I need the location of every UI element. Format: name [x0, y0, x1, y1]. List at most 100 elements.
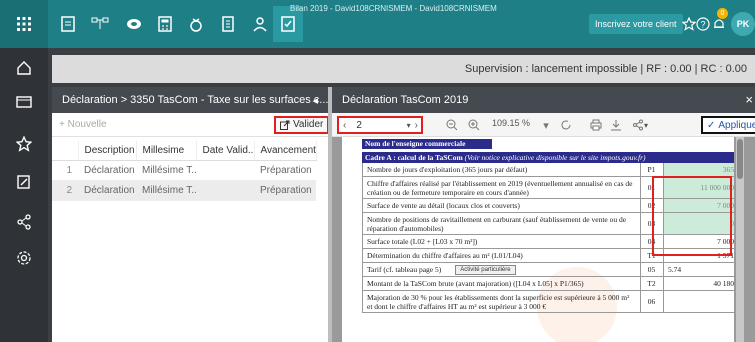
- validate-button[interactable]: Valider: [274, 116, 330, 134]
- highlight-box: [652, 176, 732, 256]
- table-header-row: Description Millesime Date Valid... Avan…: [52, 141, 317, 161]
- next-page-icon[interactable]: ›: [415, 120, 421, 131]
- calculator-icon[interactable]: [154, 13, 176, 35]
- svg-text:?: ?: [700, 20, 705, 30]
- row-date: [196, 180, 254, 201]
- panel-header: Déclaration > 3350 TasCom - Taxe sur les…: [52, 87, 328, 113]
- row-number: 1: [52, 160, 78, 181]
- declaration-list-panel: Déclaration > 3350 TasCom - Taxe sur les…: [52, 87, 330, 342]
- chevron-down-icon[interactable]: ▾: [538, 117, 554, 133]
- row-value: [663, 291, 734, 312]
- row-code: 06: [640, 291, 662, 312]
- scrollbar-thumb[interactable]: [737, 139, 743, 179]
- inscrivez-client-button[interactable]: Inscrivez votre client: [589, 14, 683, 34]
- row-value: 40 180: [663, 277, 734, 290]
- validate-label: Valider: [293, 119, 324, 130]
- check-icon: ✓: [707, 119, 716, 131]
- form-row: Majoration de 30 % pour les établissemen…: [362, 291, 734, 313]
- viewer-toolbar: ‹ 2 ▾ › 109.15 % ▾ ▾ ✓ Appliquer: [332, 113, 755, 137]
- row-label: Surface totale (L02 + [L03 x 70 m²]): [367, 237, 478, 246]
- form-row: Montant de la TaSCom brute (avant majora…: [362, 277, 734, 291]
- zoom-out-icon[interactable]: [444, 117, 460, 133]
- apps-grid-icon[interactable]: [0, 0, 48, 48]
- settings-icon[interactable]: [12, 246, 36, 270]
- row-value: 5.74: [663, 263, 734, 276]
- cadre-title: Cadre A : calcul de la TaSCom: [365, 153, 463, 162]
- row-value-field[interactable]: 365: [663, 163, 734, 176]
- building-icon[interactable]: [217, 13, 239, 35]
- row-millesime: Millésime T...: [136, 160, 196, 181]
- refresh-icon[interactable]: [558, 117, 574, 133]
- row-label: Surface de vente au détail (locaux clos …: [367, 201, 520, 210]
- org-chart-icon[interactable]: [89, 13, 111, 35]
- row-number: 2: [52, 180, 78, 201]
- window-icon[interactable]: [12, 90, 36, 114]
- row-label: Tarif (cf. tableau page 5) Activité part…: [367, 263, 635, 276]
- avatar[interactable]: PK: [731, 12, 755, 36]
- print-icon[interactable]: [588, 117, 604, 133]
- breadcrumb: Déclaration > 3350 TasCom - Taxe sur les…: [62, 94, 328, 106]
- row-millesime: Millésime T...: [136, 180, 196, 201]
- zoom-level[interactable]: 109.15 %: [492, 118, 530, 128]
- chevron-down-icon[interactable]: ▾: [407, 121, 415, 130]
- column-header[interactable]: Millesime: [136, 141, 197, 161]
- supervision-bar: Supervision : lancement impossible | RF …: [52, 55, 755, 83]
- row-description: Déclaration ...: [78, 160, 136, 181]
- apply-button[interactable]: ✓ Appliquer: [701, 116, 755, 134]
- download-icon[interactable]: [608, 117, 624, 133]
- page-selector[interactable]: ‹ 2 ▾ ›: [337, 116, 423, 134]
- row-code: T2: [640, 277, 662, 290]
- row-description: Déclaration ...: [78, 180, 136, 201]
- top-bar: Bilan 2019 - David108CRNISMEM - David108…: [0, 0, 755, 48]
- new-button[interactable]: + Nouvelle: [59, 119, 107, 130]
- table-row[interactable]: 1 Déclaration ... Millésime T... Prépara…: [52, 160, 316, 181]
- row-label: Majoration de 30 % pour les établissemen…: [367, 292, 630, 311]
- layers-icon[interactable]: [123, 13, 145, 35]
- table-row[interactable]: 2 Déclaration ... Millésime T... Prépara…: [52, 180, 316, 201]
- row-label: Chiffre d'affaires réalisé par l'établis…: [367, 178, 633, 197]
- share-icon[interactable]: [12, 210, 36, 234]
- form-row: Tarif (cf. tableau page 5) Activité part…: [362, 263, 734, 277]
- row-status: Préparation: [254, 180, 316, 201]
- export-icon: [280, 120, 290, 130]
- cadre-header: Cadre A : calcul de la TaSCom (Voir noti…: [362, 152, 734, 163]
- column-header[interactable]: Date Valid...: [196, 141, 255, 161]
- row-label: Montant de la TaSCom brute (avant majora…: [367, 279, 584, 288]
- row-status: Préparation: [254, 160, 316, 181]
- cadre-note: (Voir notice explicative disponible sur …: [464, 153, 646, 162]
- apply-label: Appliquer: [718, 119, 755, 131]
- column-header[interactable]: Avancement: [254, 141, 317, 161]
- row-label: Nombre de jours d'exploitation (365 jour…: [367, 165, 528, 174]
- document-scrollbar[interactable]: [736, 137, 744, 342]
- share-icon[interactable]: ▾: [628, 117, 652, 133]
- row-label: Nombre de positions de ravitaillement en…: [367, 214, 627, 233]
- close-icon[interactable]: ×: [745, 92, 753, 107]
- notification-badge: 0: [717, 8, 728, 19]
- document-icon[interactable]: [57, 13, 79, 35]
- zoom-in-icon[interactable]: [466, 117, 482, 133]
- prev-page-icon[interactable]: ‹: [339, 120, 350, 131]
- row-code: P1: [640, 163, 662, 176]
- enseigne-header: Nom de l'enseigne commerciale: [362, 139, 492, 149]
- money-bag-icon[interactable]: [185, 13, 207, 35]
- row-label: Détermination du chiffre d'affaires au m…: [367, 251, 523, 260]
- help-icon[interactable]: ?: [695, 13, 711, 35]
- tarif-label: Tarif (cf. tableau page 5): [367, 265, 442, 274]
- left-rail: [0, 48, 48, 342]
- favorites-icon[interactable]: [12, 132, 36, 156]
- column-header: [52, 141, 79, 161]
- collapse-icon[interactable]: ◂: [312, 94, 318, 107]
- window-title: Bilan 2019 - David108CRNISMEM - David108…: [290, 4, 497, 13]
- supervision-status: Supervision : lancement impossible | RF …: [464, 63, 747, 75]
- form-row: Nombre de jours d'exploitation (365 jour…: [362, 163, 734, 177]
- viewer-header: Déclaration TasCom 2019 ×: [332, 87, 755, 113]
- edit-document-icon[interactable]: [12, 170, 36, 194]
- declarations-table: Description Millesime Date Valid... Avan…: [52, 141, 317, 201]
- home-icon[interactable]: [12, 56, 36, 80]
- user-icon[interactable]: [249, 13, 271, 35]
- viewer-title: Déclaration TasCom 2019: [342, 94, 469, 106]
- special-activity-button[interactable]: Activité particulière: [455, 264, 516, 275]
- column-header[interactable]: Description: [78, 141, 137, 161]
- page-number[interactable]: 2: [350, 120, 406, 131]
- row-code: 05: [640, 263, 662, 276]
